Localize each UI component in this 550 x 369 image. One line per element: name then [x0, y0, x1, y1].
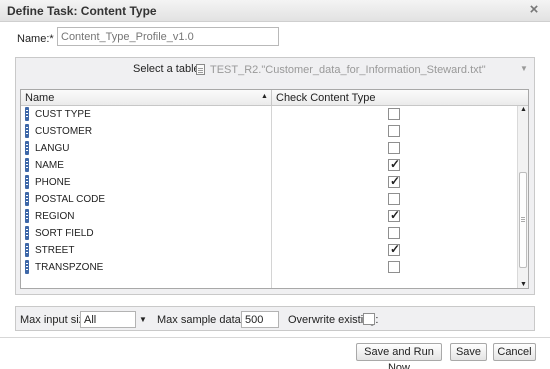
sort-ascending-icon[interactable]: ▲	[261, 93, 268, 100]
column-field-icon	[25, 141, 29, 155]
dialog-title: Define Task: Content Type	[7, 4, 157, 18]
column-field-icon	[25, 243, 29, 257]
check-mark-icon: ✓	[390, 157, 401, 171]
check-mark-icon: ✓	[390, 208, 401, 222]
row-name: PHONE	[35, 177, 71, 188]
check-content-type-checkbox[interactable]	[388, 193, 400, 205]
column-field-icon	[25, 192, 29, 206]
column-grid: Name ▲ Check Content Type CUST TYPE CUSTO…	[20, 89, 529, 289]
check-content-type-checkbox[interactable]	[388, 142, 400, 154]
column-field-icon	[25, 175, 29, 189]
row-name: POSTAL CODE	[35, 194, 106, 205]
table-row[interactable]: REGION ✓	[21, 208, 517, 225]
table-row[interactable]: CUST TYPE	[21, 106, 517, 123]
column-field-icon	[25, 124, 29, 138]
row-name: CUSTOMER	[35, 126, 93, 137]
select-table-dropdown[interactable]: TEST_R2."Customer_data_for_Information_S…	[194, 62, 528, 78]
table-row[interactable]: STREET ✓	[21, 242, 517, 259]
save-button[interactable]: Save	[450, 343, 487, 361]
table-row[interactable]: POSTAL CODE	[21, 191, 517, 208]
footer-divider	[0, 337, 550, 338]
table-row[interactable]: TRANSPZONE	[21, 259, 517, 276]
grid-header: Name ▲ Check Content Type	[21, 90, 528, 106]
scroll-up-icon[interactable]: ▲	[520, 106, 527, 113]
options-bar: Max input size: ▼ Max sample data size: …	[15, 306, 535, 331]
check-mark-icon: ✓	[390, 242, 401, 256]
file-icon	[196, 64, 205, 75]
overwrite-checkbox[interactable]	[363, 313, 375, 325]
row-name: TRANSPZONE	[35, 262, 104, 273]
name-input[interactable]	[57, 27, 279, 46]
dialog-titlebar: Define Task: Content Type ×	[0, 0, 550, 22]
row-name: NAME	[35, 160, 64, 171]
table-row[interactable]: CUSTOMER	[21, 123, 517, 140]
row-name: LANGU	[35, 143, 70, 154]
check-content-type-checkbox[interactable]: ✓	[388, 174, 401, 188]
row-name: STREET	[35, 245, 75, 256]
check-content-type-checkbox[interactable]: ✓	[388, 157, 401, 171]
scrollbar-thumb[interactable]	[519, 172, 527, 268]
row-name: REGION	[35, 211, 75, 222]
table-row[interactable]: SORT FIELD	[21, 225, 517, 242]
table-row[interactable]: PHONE ✓	[21, 174, 517, 191]
check-content-type-checkbox[interactable]	[388, 227, 400, 239]
table-row[interactable]: NAME ✓	[21, 157, 517, 174]
column-field-icon	[25, 209, 29, 223]
column-field-icon	[25, 158, 29, 172]
name-label: Name:*	[17, 33, 54, 45]
check-mark-icon: ✓	[390, 174, 401, 188]
check-content-type-checkbox[interactable]	[388, 125, 400, 137]
max-sample-input[interactable]	[241, 311, 279, 328]
row-name: CUST TYPE	[35, 109, 91, 120]
check-content-type-checkbox[interactable]: ✓	[388, 208, 401, 222]
close-icon[interactable]: ×	[527, 1, 541, 19]
chevron-down-icon[interactable]: ▼	[139, 315, 147, 324]
grid-scrollbar[interactable]: ▲ ▼	[517, 106, 528, 288]
select-table-value: TEST_R2."Customer_data_for_Information_S…	[210, 64, 486, 76]
chevron-down-icon[interactable]: ▼	[520, 64, 528, 73]
column-header-name[interactable]: Name	[25, 92, 54, 104]
table-panel: Select a table* TEST_R2."Customer_data_f…	[15, 57, 535, 295]
scroll-down-icon[interactable]: ▼	[520, 281, 527, 288]
column-field-icon	[25, 107, 29, 121]
column-header-check[interactable]: Check Content Type	[271, 90, 379, 105]
row-name: SORT FIELD	[35, 228, 94, 239]
column-field-icon	[25, 226, 29, 240]
max-input-select[interactable]	[80, 311, 136, 328]
check-content-type-checkbox[interactable]	[388, 108, 400, 120]
check-content-type-checkbox[interactable]: ✓	[388, 242, 401, 256]
cancel-button[interactable]: Cancel	[493, 343, 536, 361]
check-content-type-checkbox[interactable]	[388, 261, 400, 273]
column-field-icon	[25, 260, 29, 274]
table-row[interactable]: LANGU	[21, 140, 517, 157]
save-and-run-button[interactable]: Save and Run Now	[356, 343, 442, 369]
